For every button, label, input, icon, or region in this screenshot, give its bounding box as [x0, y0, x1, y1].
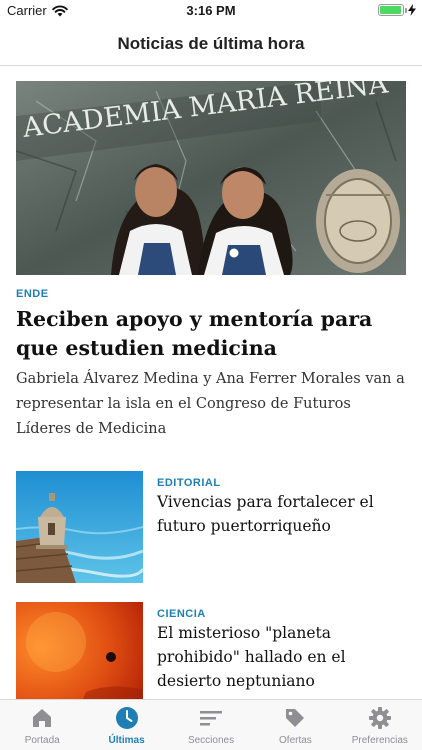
tab-secciones[interactable]: Secciones [169, 700, 253, 750]
article-section-label[interactable]: CIENCIA [157, 608, 206, 620]
gear-icon [368, 707, 391, 729]
status-time: 3:16 PM [186, 3, 236, 18]
sentry-box-photo [16, 471, 143, 583]
tab-bar: Portada Últimas Secciones Ofertas Prefer… [0, 699, 422, 750]
tab-label: Últimas [108, 735, 145, 746]
hero-image[interactable]: ACADEMIA MARIA REINA [16, 81, 406, 275]
charging-bolt-icon [408, 4, 416, 16]
article-headline[interactable]: Vivencias para fortalecer el futuro puer… [157, 490, 397, 538]
battery-cap [405, 8, 407, 13]
article-headline[interactable]: El misterioso "planeta prohibido" hallad… [157, 621, 397, 693]
tab-preferencias[interactable]: Preferencias [338, 700, 422, 750]
tag-icon [286, 709, 305, 727]
article-section-label[interactable]: EDITORIAL [157, 477, 221, 489]
page-title: Noticias de última hora [117, 34, 305, 53]
status-right [378, 4, 416, 16]
battery-icon [378, 4, 407, 16]
tab-label: Portada [24, 735, 60, 746]
hero-section-label[interactable]: ENDE [16, 288, 49, 300]
article-card[interactable]: EDITORIAL Vivencias para fortalecer el f… [16, 471, 406, 583]
article-thumbnail[interactable] [16, 471, 143, 583]
article-card[interactable]: CIENCIA El misterioso "planeta prohibido… [16, 602, 406, 699]
sections-icon [200, 711, 223, 726]
home-icon [33, 709, 52, 727]
battery-level-fill [380, 6, 401, 14]
tab-ofertas[interactable]: Ofertas [253, 700, 337, 750]
tab-label: Ofertas [279, 735, 312, 746]
hero-summary: Gabriela Álvarez Medina y Ana Ferrer Mor… [16, 371, 405, 437]
article-thumbnail[interactable] [16, 602, 143, 699]
tab-portada[interactable]: Portada [0, 700, 84, 750]
tab-label: Preferencias [351, 735, 408, 746]
hero-headline[interactable]: Reciben apoyo y mentoría para que estudi… [16, 305, 406, 363]
hero-photo: ACADEMIA MARIA REINA [16, 81, 406, 275]
news-feed[interactable]: ACADEMIA MARIA REINA ENDE Reciben apoyo … [0, 67, 422, 699]
clock-icon [115, 707, 138, 729]
navigation-bar: Noticias de última hora [0, 22, 422, 66]
status-bar: Carrier 3:16 PM [0, 0, 422, 22]
planet-photo [16, 602, 143, 699]
tab-label: Secciones [187, 735, 235, 746]
tab-ultimas[interactable]: Últimas [84, 700, 168, 750]
